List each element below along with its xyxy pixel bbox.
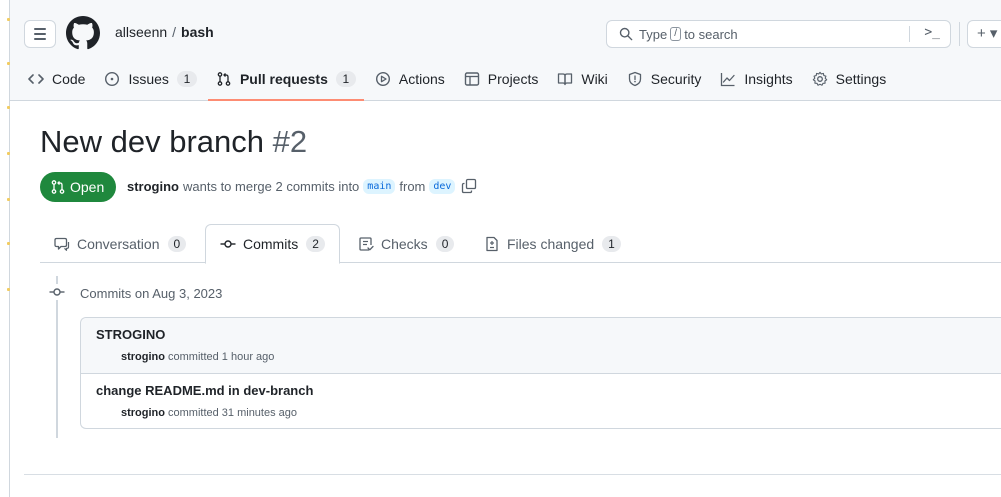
table-icon [464, 71, 479, 86]
nav-tab-label: Code [52, 70, 86, 87]
code-icon [28, 73, 44, 84]
commit-author-link[interactable]: strogino [121, 351, 165, 363]
divider [24, 474, 1001, 475]
list-item: STROGINO strogino committed 1 hour ago [81, 318, 1001, 374]
checklist-icon [359, 236, 374, 251]
nav-tab-issues[interactable]: Issues 1 [96, 60, 204, 97]
search-placeholder-prefix: Type [639, 26, 668, 42]
search-icon [619, 27, 633, 41]
tab-conversation[interactable]: Conversation 0 [40, 224, 200, 263]
tab-count-badge: 0 [435, 235, 455, 252]
nav-tab-code[interactable]: Code [20, 60, 93, 97]
slash-key-hint: / [670, 27, 682, 41]
commit-author-link[interactable]: strogino [121, 407, 165, 419]
tab-checks[interactable]: Checks 0 [344, 224, 468, 263]
repo-nav: Code Issues 1 Pull requests 1 Actions Pr… [20, 60, 897, 101]
timeline-line [56, 276, 58, 438]
gutter-marker [7, 152, 10, 155]
pull-request-icon [217, 71, 231, 86]
nav-tab-label: Security [650, 70, 702, 87]
header-divider [959, 22, 960, 46]
nav-tab-label: Projects [487, 70, 539, 87]
repo-name-link[interactable]: bash [181, 24, 214, 40]
commit-meta: strogino committed 31 minutes ago [121, 407, 297, 419]
search-divider [909, 26, 910, 42]
gutter-marker [7, 198, 10, 201]
tab-files-changed[interactable]: Files changed 1 [470, 224, 635, 263]
pull-requests-count-badge: 1 [335, 70, 356, 87]
gutter-marker [7, 106, 10, 109]
hamburger-menu-button[interactable] [24, 20, 56, 48]
gutter-marker [7, 288, 10, 291]
issues-count-badge: 1 [176, 70, 197, 87]
commit-title-link[interactable]: change README.md in dev-branch [96, 383, 313, 398]
commit-time: committed 31 minutes ago [168, 407, 298, 419]
graph-icon [721, 72, 736, 86]
commits-date-heading: Commits on Aug 3, 2023 [80, 286, 223, 301]
nav-tab-actions[interactable]: Actions [367, 60, 453, 97]
nav-tab-label: Pull requests [239, 70, 328, 87]
copy-icon[interactable] [461, 178, 477, 194]
nav-tab-label: Settings [835, 70, 887, 87]
command-palette-icon[interactable]: >_ [924, 25, 940, 40]
shield-icon [628, 71, 641, 86]
commit-icon [49, 288, 65, 296]
nav-tab-settings[interactable]: Settings [804, 60, 895, 97]
pr-from-text: from [399, 178, 426, 194]
search-input[interactable]: Type / to search >_ [606, 20, 951, 48]
tab-label: Conversation [77, 235, 160, 252]
pr-state-label: Open [70, 179, 105, 195]
issue-icon [105, 71, 120, 86]
tab-label: Checks [381, 235, 428, 252]
pr-merge-text: wants to merge 2 commits into [183, 178, 360, 194]
base-branch-label[interactable]: main [363, 178, 396, 194]
tab-commits[interactable]: Commits 2 [205, 224, 340, 264]
nav-tab-label: Wiki [581, 70, 608, 87]
commit-meta: strogino committed 1 hour ago [121, 351, 274, 363]
gutter-marker [7, 242, 10, 245]
tab-count-badge: 2 [306, 236, 325, 252]
nav-tab-security[interactable]: Security [619, 60, 710, 97]
create-new-button[interactable]: + ▾ [967, 20, 1001, 48]
pr-meta: strogino wants to merge 2 commits into m… [127, 178, 477, 194]
book-icon [558, 72, 573, 85]
nav-tab-wiki[interactable]: Wiki [549, 60, 615, 97]
list-item: change README.md in dev-branch strogino c… [81, 374, 1001, 430]
tab-label: Commits [243, 236, 299, 252]
timeline-node [47, 284, 67, 300]
file-diff-icon [486, 236, 498, 251]
pr-state-badge: Open [40, 172, 117, 202]
commit-list: STROGINO strogino committed 1 hour ago ch… [80, 317, 1001, 429]
commit-icon [220, 240, 236, 248]
pr-tabs: Conversation 0 Commits 2 Checks 0 Files … [40, 224, 1001, 264]
nav-tab-insights[interactable]: Insights [712, 60, 800, 97]
pr-title: New dev branch #2 [40, 124, 307, 160]
tab-count-badge: 1 [602, 235, 621, 252]
comment-icon [54, 237, 70, 251]
tab-count-badge: 0 [167, 235, 187, 252]
left-gutter [0, 0, 10, 497]
repo-owner-link[interactable]: allseenn [115, 24, 167, 40]
nav-tab-pull-requests[interactable]: Pull requests 1 [207, 60, 364, 101]
breadcrumb-separator: / [172, 24, 177, 40]
commit-title-link[interactable]: STROGINO [96, 327, 165, 342]
search-placeholder-suffix: to search [684, 26, 738, 42]
pull-request-icon [51, 180, 65, 194]
pr-author-link[interactable]: strogino [127, 179, 179, 194]
tab-label: Files changed [507, 235, 595, 252]
repo-header: allseenn / bash Type / to search >_ + ▾ Co… [10, 0, 1001, 101]
github-logo-icon[interactable] [66, 16, 100, 50]
nav-tab-projects[interactable]: Projects [456, 60, 547, 97]
play-icon [375, 71, 390, 86]
pr-title-text: New dev branch [40, 124, 265, 159]
repo-breadcrumb: allseenn / bash [115, 24, 214, 40]
nav-tab-label: Issues [128, 70, 169, 87]
commit-time: committed 1 hour ago [168, 351, 275, 363]
gear-icon [812, 71, 827, 86]
nav-tab-label: Insights [744, 70, 793, 87]
head-branch-label[interactable]: dev [429, 178, 456, 194]
nav-tab-label: Actions [398, 70, 445, 87]
pr-number: #2 [272, 124, 308, 159]
